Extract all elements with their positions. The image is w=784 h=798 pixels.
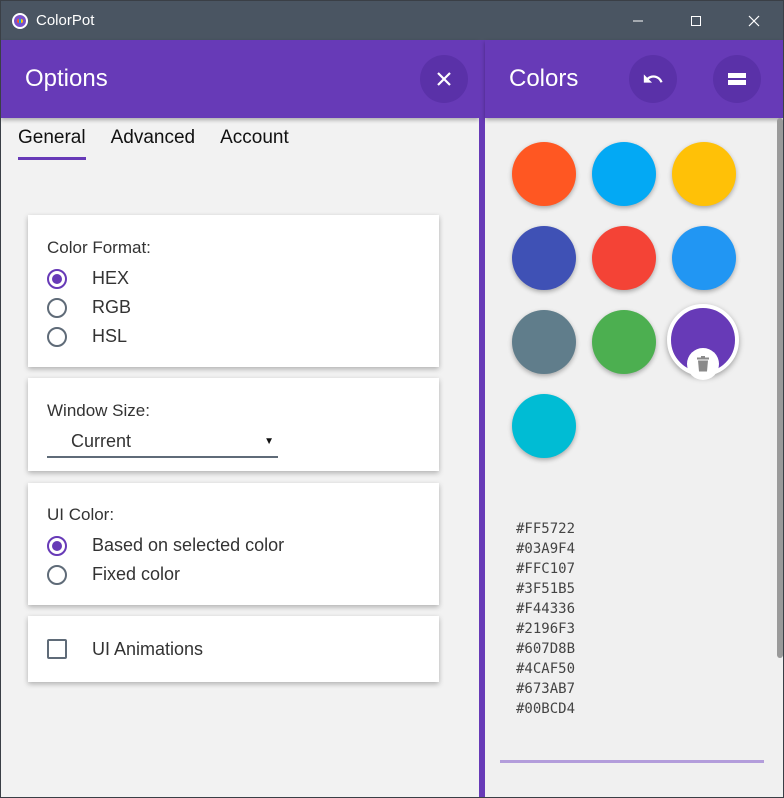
radio-based-on-selected[interactable]: Based on selected color	[47, 531, 439, 560]
ui-color-card: UI Color: Based on selected color Fixed …	[28, 483, 439, 605]
ui-animations-label: UI Animations	[92, 638, 204, 659]
window-size-select[interactable]: Current ▼	[47, 425, 278, 458]
color-format-card: Color Format: HEX RGB HSL	[28, 215, 439, 367]
colorpot-app-icon	[12, 12, 28, 29]
ui-animations-card: UI Animations	[28, 616, 439, 682]
tab-account[interactable]: Account	[220, 127, 289, 160]
hex-code: #607D8B	[516, 641, 576, 657]
options-app-bar: Options	[1, 40, 479, 118]
menu-button[interactable]	[713, 55, 761, 103]
close-icon	[748, 15, 760, 26]
window-size-label: Window Size:	[47, 401, 150, 420]
window-controls	[609, 1, 783, 40]
window-close-button[interactable]	[725, 1, 783, 40]
color-swatch[interactable]	[592, 142, 656, 206]
color-swatch[interactable]	[512, 310, 576, 374]
color-swatch[interactable]	[672, 142, 736, 206]
hex-code: #00BCD4	[516, 701, 576, 717]
color-swatch-selected[interactable]	[667, 304, 739, 380]
trash-icon	[697, 356, 709, 372]
colors-panel: Colors #FF5722 #03A9F4 #FFC107 #3F51B5 #…	[485, 40, 783, 797]
tab-general[interactable]: General	[18, 127, 86, 160]
close-icon	[437, 72, 451, 86]
color-swatch[interactable]	[512, 394, 576, 458]
radio-label: HEX	[92, 268, 130, 288]
hex-code: #2196F3	[516, 621, 576, 637]
radio-fixed-color[interactable]: Fixed color	[47, 560, 439, 589]
hex-code: #4CAF50	[516, 661, 576, 677]
colors-scrollbar[interactable]	[777, 118, 783, 658]
radio-label: RGB	[92, 297, 132, 317]
maximize-button[interactable]	[667, 1, 725, 40]
color-format-label: Color Format:	[47, 238, 151, 257]
color-swatch[interactable]	[512, 142, 576, 206]
minimize-icon	[633, 20, 643, 21]
color-swatch[interactable]	[672, 226, 736, 290]
radio-rgb[interactable]: RGB	[47, 293, 439, 322]
delete-color-button[interactable]	[687, 348, 719, 380]
colors-bottom-divider	[500, 760, 764, 763]
radio-button-checked[interactable]	[47, 535, 67, 556]
ui-color-label: UI Color:	[47, 505, 115, 524]
radio-hex[interactable]: HEX	[47, 264, 439, 293]
hex-code: #FF5722	[516, 521, 576, 537]
hex-code: #3F51B5	[516, 581, 576, 597]
hex-code: #673AB7	[516, 681, 576, 697]
options-title: Options	[25, 65, 108, 92]
maximize-icon	[691, 15, 701, 26]
window-size-card: Window Size: Current ▼	[28, 378, 439, 471]
colors-app-bar: Colors	[485, 40, 783, 118]
radio-label: HSL	[92, 326, 128, 346]
menu-icon	[728, 73, 746, 85]
radio-button[interactable]	[47, 326, 67, 347]
colors-title: Colors	[509, 65, 579, 92]
options-panel: Options General Advanced Account Color F…	[1, 40, 479, 797]
radio-button-checked[interactable]	[47, 268, 67, 289]
color-swatch[interactable]	[512, 226, 576, 290]
window-size-value: Current	[71, 431, 132, 451]
radio-label: Based on selected color	[92, 535, 285, 555]
minimize-button[interactable]	[609, 1, 667, 40]
options-tabs: General Advanced Account	[18, 127, 314, 160]
app-window: ColorPot Options General Advanced Accoun…	[0, 0, 784, 798]
title-bar: ColorPot	[1, 1, 783, 40]
ui-animations-row[interactable]: UI Animations	[47, 635, 203, 664]
close-options-button[interactable]	[420, 55, 468, 103]
window-title: ColorPot	[36, 12, 95, 29]
color-swatch[interactable]	[592, 226, 656, 290]
undo-icon	[643, 74, 663, 83]
radio-label: Fixed color	[92, 564, 181, 584]
radio-hsl[interactable]: HSL	[47, 322, 439, 351]
undo-button[interactable]	[629, 55, 677, 103]
hex-code: #F44336	[516, 601, 576, 617]
hex-color-list: #FF5722 #03A9F4 #FFC107 #3F51B5 #F44336 …	[516, 519, 575, 719]
tab-advanced[interactable]: Advanced	[111, 127, 196, 160]
ui-animations-checkbox[interactable]	[47, 639, 67, 659]
radio-button[interactable]	[47, 564, 67, 585]
hex-code: #03A9F4	[516, 541, 576, 557]
hex-code: #FFC107	[516, 561, 576, 577]
dropdown-arrow-icon: ▼	[264, 436, 274, 447]
radio-button[interactable]	[47, 297, 67, 318]
color-swatch[interactable]	[592, 310, 656, 374]
